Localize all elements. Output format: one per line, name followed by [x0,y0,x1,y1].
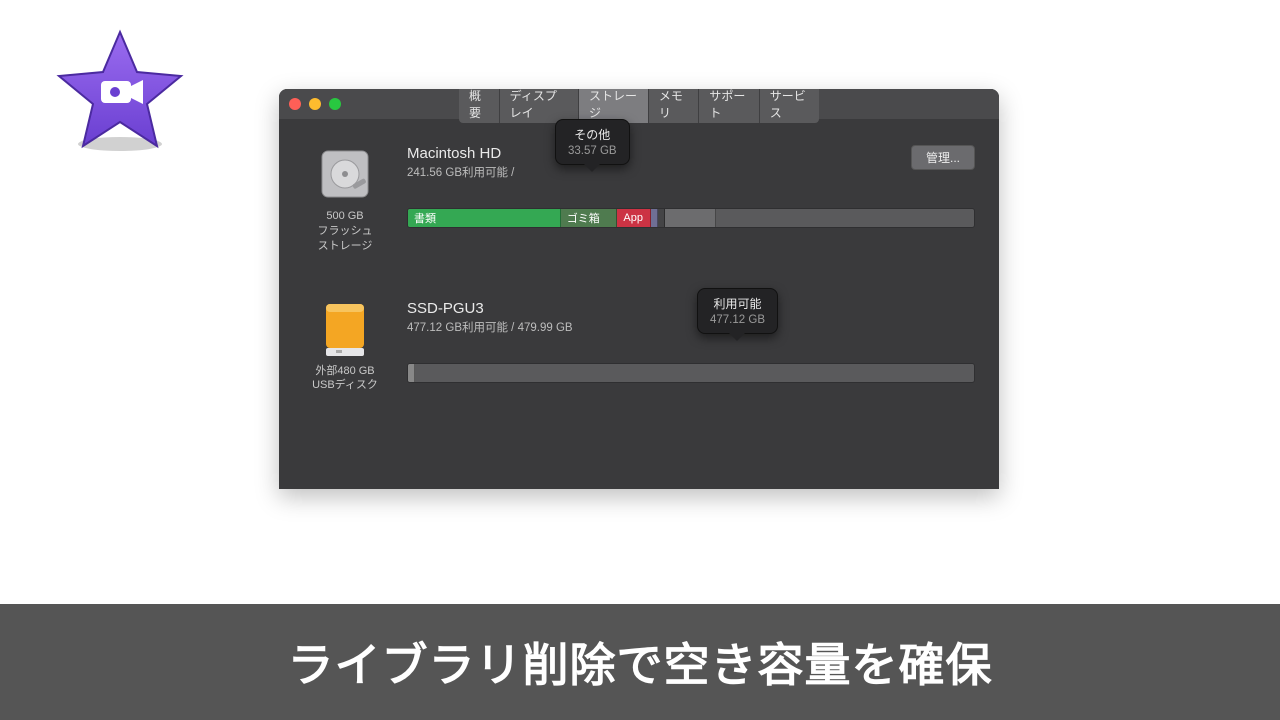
usage-segment: App [617,209,651,227]
drive-caption: 外部480 GBUSBディスク [303,364,387,394]
tooltip: その他 33.57 GB [555,119,630,165]
tab-サービス[interactable]: サービス [760,89,819,123]
caption-text: ライブラリ削除で空き容量を確保 [288,629,993,695]
usage-segment [665,209,716,227]
drive-row-0: 500 GBフラッシュストレージ Macintosh HD 241.56 GB利用可… [303,145,975,254]
drive-left: 外部480 GBUSBディスク [303,300,387,394]
tab-概要[interactable]: 概要 [459,89,500,123]
tab-ディスプレイ[interactable]: ディスプレイ [500,89,579,123]
usage-segment: 書類 [408,209,561,227]
traffic-lights [289,98,341,110]
drive-name: Macintosh HD [407,145,975,162]
minimize-button[interactable] [309,98,321,110]
drive-name: SSD-PGU3 [407,300,975,317]
manage-button[interactable]: 管理... [911,145,975,170]
tooltip-value: 33.57 GB [568,145,617,157]
drive-caption: 500 GBフラッシュストレージ [303,209,387,254]
caption-banner: ライブラリ削除で空き容量を確保 [0,604,1280,720]
drive-subtext: 241.56 GB利用可能 / [407,164,975,180]
tab-ストレージ[interactable]: ストレージ [579,89,649,123]
storage-window: 概要ディスプレイストレージメモリサポートサービス 500 GBフラッシュストレー… [279,89,999,489]
usage-bar: 書類ゴミ箱App [407,208,975,228]
tooltip: 利用可能 477.12 GB [697,288,778,334]
imovie-icon [55,26,185,156]
drive-row-1: 外部480 GBUSBディスク SSD-PGU3 477.12 GB利用可能 / 4… [303,300,975,394]
usage-bar [407,363,975,383]
internal-drive-icon [316,145,374,203]
drive-left: 500 GBフラッシュストレージ [303,145,387,254]
usage-segment: ゴミ箱 [561,209,618,227]
external-drive-icon [316,300,374,358]
close-button[interactable] [289,98,301,110]
tab-メモリ[interactable]: メモリ [649,89,699,123]
tooltip-value: 477.12 GB [710,314,765,326]
usage-segment [408,364,415,382]
drive-subtext: 477.12 GB利用可能 / 479.99 GB [407,319,975,335]
drive-main: Macintosh HD 241.56 GB利用可能 /管理... 書類ゴミ箱App… [407,145,975,228]
drive-main: SSD-PGU3477.12 GB利用可能 / 479.99 GB利用可能477… [407,300,975,383]
tooltip-title: 利用可能 [710,295,765,312]
usage-segment [658,209,665,227]
tab-サポート[interactable]: サポート [699,89,759,123]
tabbar: 概要ディスプレイストレージメモリサポートサービス [459,89,819,123]
usage-segment [651,209,658,227]
titlebar: 概要ディスプレイストレージメモリサポートサービス [279,89,999,119]
maximize-button[interactable] [329,98,341,110]
tooltip-title: その他 [568,126,617,143]
